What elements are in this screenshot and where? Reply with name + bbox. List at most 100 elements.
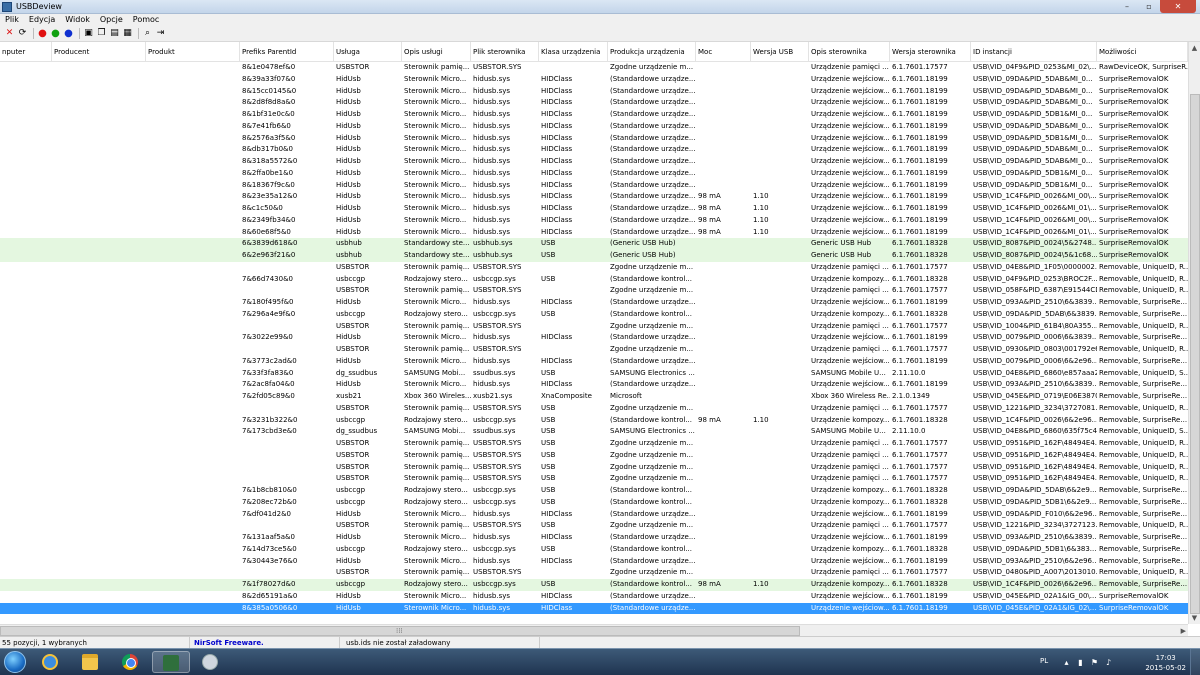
table-row[interactable]: 7&33f3fa83&0 dg_ssudbus SAMSUNG Mobi... ssu…	[0, 368, 1188, 380]
disconnect-icon[interactable]: ✕	[4, 28, 15, 39]
table-row[interactable]: 6&3839d618&0 usbhub Standardowy ste... usbh…	[0, 238, 1188, 250]
table-row[interactable]: USBSTOR Sterownik pamię... USBSTOR.SYS Zgod…	[0, 262, 1188, 274]
report-icon[interactable]: ▤	[109, 28, 120, 39]
table-row[interactable]: 8&318a5572&0 HidUsb Sterownik Micro... hidu…	[0, 156, 1188, 168]
table-row[interactable]: 8&db317b0&0 HidUsb Sterownik Micro... hidus…	[0, 144, 1188, 156]
menu-pomoc[interactable]: Pomoc	[128, 14, 165, 26]
taskbar-ie[interactable]	[32, 651, 70, 673]
column-header-power[interactable]: Moc	[696, 42, 751, 62]
column-header-usb-version[interactable]: Wersja USB	[751, 42, 809, 62]
flag-icon[interactable]: ⚑	[1090, 658, 1099, 667]
volume-icon[interactable]: ♪	[1104, 658, 1113, 667]
device-list[interactable]: nputer Producent Produkt Prefiks ParentId Us…	[0, 42, 1188, 624]
copy-icon[interactable]: ❐	[96, 28, 107, 39]
minimize-button[interactable]: –	[1116, 0, 1138, 13]
green-dot-icon[interactable]: ●	[50, 28, 61, 39]
column-header-capabilities[interactable]: Możliwości	[1097, 42, 1188, 62]
properties-icon[interactable]: ▦	[122, 28, 133, 39]
column-header-device-class[interactable]: Klasa urządzenia	[539, 42, 608, 62]
table-row[interactable]: USBSTOR Sterownik pamię... USBSTOR.SYS Zgod…	[0, 567, 1188, 579]
table-row[interactable]: 8&2576a3f5&0 HidUsb Sterownik Micro... hidu…	[0, 133, 1188, 145]
table-row[interactable]: 7&1f78027d&0 usbccgp Rodzajowy stero... usb…	[0, 579, 1188, 591]
table-row[interactable]: 8&7e41fb6&0 HidUsb Sterownik Micro... hidus…	[0, 121, 1188, 133]
table-row[interactable]: 7&131aaf5a&0 HidUsb Sterownik Micro... hidu…	[0, 532, 1188, 544]
column-header-computer[interactable]: nputer	[0, 42, 52, 62]
table-row[interactable]: 7&208ec72b&0 usbccgp Rodzajowy stero... usb…	[0, 497, 1188, 509]
table-row[interactable]: USBSTOR Sterownik pamię... USBSTOR.SYS USB Z…	[0, 520, 1188, 532]
table-row[interactable]: 6&2e963f21&0 usbhub Standardowy ste... usbh…	[0, 250, 1188, 262]
start-button[interactable]	[4, 651, 26, 673]
show-desktop-button[interactable]	[1190, 649, 1200, 675]
table-row[interactable]: USBSTOR Sterownik pamię... USBSTOR.SYS Zgod…	[0, 344, 1188, 356]
find-icon[interactable]: ⌕	[142, 28, 153, 39]
table-row[interactable]: 7&3231b322&0 usbccgp Rodzajowy stero... usb…	[0, 415, 1188, 427]
table-row[interactable]: 8&2d8f8d8a&0 HidUsb Sterownik Micro... hidu…	[0, 97, 1188, 109]
table-row[interactable]: 8&39a33f07&0 HidUsb Sterownik Micro... hidu…	[0, 74, 1188, 86]
table-row[interactable]: USBSTOR Sterownik pamię... USBSTOR.SYS USB Z…	[0, 438, 1188, 450]
close-button[interactable]: ✕	[1160, 0, 1196, 13]
table-row[interactable]: 8&385a0506&0 HidUsb Sterownik Micro... hidu…	[0, 602, 1188, 615]
table-row[interactable]: USBSTOR Sterownik pamię... USBSTOR.SYS USB Z…	[0, 462, 1188, 474]
table-row[interactable]: 8&23e35a12&0 HidUsb Sterownik Micro... hidu…	[0, 191, 1188, 203]
column-header-parent-prefix[interactable]: Prefiks ParentId	[240, 42, 334, 62]
table-row[interactable]: USBSTOR Sterownik pamię... USBSTOR.SYS USB Z…	[0, 450, 1188, 462]
table-row[interactable]: 8&18367f9c&0 HidUsb Sterownik Micro... hidu…	[0, 180, 1188, 192]
column-header-service-description[interactable]: Opis usługi	[402, 42, 471, 62]
menu-widok[interactable]: Widok	[60, 14, 95, 26]
table-row[interactable]: 8&c1c50&0 HidUsb Sterownik Micro... hidusb.…	[0, 203, 1188, 215]
window-titlebar[interactable]: USBDeview – ▫ ✕	[0, 0, 1200, 14]
scroll-down-icon[interactable]: ▼	[1189, 612, 1200, 624]
table-row[interactable]: 8&2ffa0be1&0 HidUsb Sterownik Micro... hidu…	[0, 168, 1188, 180]
column-header-driver-file[interactable]: Plik sterownika	[471, 42, 539, 62]
table-row[interactable]: 7&df041d2&0 HidUsb Sterownik Micro... hidus…	[0, 509, 1188, 521]
table-row[interactable]: USBSTOR Sterownik pamię... USBSTOR.SYS Zgod…	[0, 285, 1188, 297]
table-row[interactable]: 8&60e68f5&0 HidUsb Sterownik Micro... hidus…	[0, 227, 1188, 239]
table-row[interactable]: 7&173cbd3e&0 dg_ssudbus SAMSUNG Mobi... ssu…	[0, 426, 1188, 438]
table-row[interactable]: 8&1e0478ef&0 USBSTOR Sterownik pamię... USB…	[0, 62, 1188, 74]
table-row[interactable]: 7&1b8cb810&0 usbccgp Rodzajowy stero... usb…	[0, 485, 1188, 497]
table-row[interactable]: 7&2fd05c89&0 xusb21 Xbox 360 Wireles... xus…	[0, 391, 1188, 403]
table-row[interactable]: 7&66d7430&0 usbccgp Rodzajowy stero... usbc…	[0, 274, 1188, 286]
table-row[interactable]: 7&296a4e9f&0 usbccgp Rodzajowy stero... usb…	[0, 309, 1188, 321]
column-header-instance-id[interactable]: ID instancji	[971, 42, 1097, 62]
language-indicator[interactable]: PL	[1040, 657, 1048, 665]
table-row[interactable]: 8&15cc0145&0 HidUsb Sterownik Micro... hidu…	[0, 86, 1188, 98]
scroll-up-icon[interactable]: ▲	[1189, 42, 1200, 54]
vertical-scrollbar[interactable]: ▲ ▼	[1188, 42, 1200, 624]
save-icon[interactable]: ▣	[83, 28, 94, 39]
table-row[interactable]: USBSTOR Sterownik pamię... USBSTOR.SYS Zgod…	[0, 321, 1188, 333]
taskbar-media[interactable]	[192, 651, 230, 673]
column-header-device-mfg[interactable]: Produkcja urządzenia	[608, 42, 696, 62]
table-row[interactable]: 8&1bf31e0c&0 HidUsb Sterownik Micro... hidu…	[0, 109, 1188, 121]
network-icon[interactable]: ▮	[1076, 658, 1085, 667]
table-row[interactable]: 7&30443e76&0 HidUsb Sterownik Micro... hidu…	[0, 556, 1188, 568]
table-row[interactable]: 8&2d65191a&0 HidUsb Sterownik Micro... hidu…	[0, 591, 1188, 603]
table-row[interactable]: 7&3773c2ad&0 HidUsb Sterownik Micro... hidu…	[0, 356, 1188, 368]
table-row[interactable]: 7&14d73ce5&0 usbccgp Rodzajowy stero... usb…	[0, 544, 1188, 556]
column-header-product[interactable]: Produkt	[146, 42, 240, 62]
column-header-driver-description[interactable]: Opis sterownika	[809, 42, 890, 62]
blue-dot-icon[interactable]: ●	[63, 28, 74, 39]
exit-icon[interactable]: ⇥	[155, 28, 166, 39]
table-row[interactable]: USBSTOR Sterownik pamię... USBSTOR.SYS USB Z…	[0, 403, 1188, 415]
menu-edycja[interactable]: Edycja	[24, 14, 60, 26]
column-header-manufacturer[interactable]: Producent	[52, 42, 146, 62]
table-row[interactable]: 7&3022e99&0 HidUsb Sterownik Micro... hidus…	[0, 332, 1188, 344]
vertical-scroll-thumb[interactable]	[1190, 94, 1200, 614]
column-header-driver-version[interactable]: Wersja sterownika	[890, 42, 971, 62]
taskbar-usbdeview[interactable]	[152, 651, 190, 673]
taskbar-chrome[interactable]	[112, 651, 150, 673]
taskbar-explorer[interactable]	[72, 651, 110, 673]
refresh-icon[interactable]: ⟳	[17, 28, 28, 39]
table-row[interactable]: 7&180f495f&0 HidUsb Sterownik Micro... hidu…	[0, 297, 1188, 309]
clock[interactable]: 17:03 2015-05-02	[1145, 653, 1186, 673]
horizontal-scrollbar[interactable]: ⁞⁞⁞ ▶	[0, 624, 1188, 636]
table-row[interactable]: USBSTOR Sterownik pamię... USBSTOR.SYS USB Z…	[0, 473, 1188, 485]
column-header-service[interactable]: Usługa	[334, 42, 402, 62]
menu-plik[interactable]: Plik	[0, 14, 24, 26]
maximize-button[interactable]: ▫	[1138, 0, 1160, 13]
table-row[interactable]: 8&2349fb34&0 HidUsb Sterownik Micro... hidu…	[0, 215, 1188, 227]
table-row[interactable]: 7&2ac8fa04&0 HidUsb Sterownik Micro... hidu…	[0, 379, 1188, 391]
red-dot-icon[interactable]: ●	[37, 28, 48, 39]
menu-opcje[interactable]: Opcje	[95, 14, 128, 26]
